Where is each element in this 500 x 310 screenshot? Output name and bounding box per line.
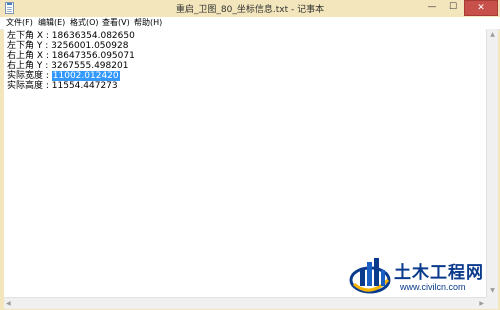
menu-edit[interactable]: 编辑(E) [38, 17, 65, 29]
text-line: 实际高度 : 11554.447273 [7, 81, 118, 91]
text-line: 左下角 Y : 3256001.050928 [7, 41, 128, 51]
minimize-button[interactable]: — [422, 0, 442, 15]
line-value: 18636354.082650 [51, 31, 135, 41]
civil-engineering-logo-icon [349, 258, 391, 294]
text-line: 右上角 Y : 3267555.498201 [7, 61, 128, 71]
line-key: 右上角 Y [7, 61, 43, 71]
line-key: 实际宽度 [7, 71, 44, 81]
line-key: 实际高度 [7, 81, 44, 91]
line-separator: : [43, 71, 52, 81]
title-bar[interactable]: 重启_卫图_80_坐标信息.txt - 记事本 — ☐ ✕ [0, 0, 500, 16]
menu-format[interactable]: 格式(O) [70, 17, 99, 29]
line-value: 11554.447273 [51, 81, 118, 91]
line-separator: : [42, 61, 52, 71]
line-key: 右上角 X [7, 51, 44, 61]
watermark-url: www.civilcn.com [400, 282, 466, 292]
text-line: 实际宽度 : 11002.012420 [7, 71, 120, 81]
selected-text[interactable]: 11002.012420 [51, 71, 120, 81]
scroll-up-icon[interactable]: ▲ [487, 29, 498, 41]
line-key: 左下角 Y [7, 41, 43, 51]
watermark-title: 土木工程网 [394, 263, 484, 283]
site-watermark: 土木工程网 www.civilcn.com [348, 252, 488, 300]
line-value: 3267555.498201 [51, 61, 129, 71]
line-separator: : [43, 51, 52, 61]
text-line: 左下角 X : 18636354.082650 [7, 31, 135, 41]
close-button[interactable]: ✕ [464, 0, 498, 16]
line-value: 18647356.095071 [51, 51, 135, 61]
line-separator: : [43, 31, 52, 41]
line-key: 左下角 X [7, 31, 44, 41]
menu-view[interactable]: 查看(V) [102, 17, 130, 29]
menu-file[interactable]: 文件(F) [6, 17, 33, 29]
line-value: 3256001.050928 [51, 41, 129, 51]
notepad-window: 重启_卫图_80_坐标信息.txt - 记事本 — ☐ ✕ 文件(F) 编辑(E… [0, 0, 500, 310]
line-separator: : [43, 81, 52, 91]
maximize-button[interactable]: ☐ [443, 0, 463, 15]
scroll-down-icon[interactable]: ▼ [487, 285, 498, 297]
menu-help[interactable]: 帮助(H) [134, 17, 162, 29]
text-line: 右上角 X : 18647356.095071 [7, 51, 135, 61]
scroll-left-icon[interactable]: ◀ [6, 298, 11, 309]
line-separator: : [42, 41, 52, 51]
